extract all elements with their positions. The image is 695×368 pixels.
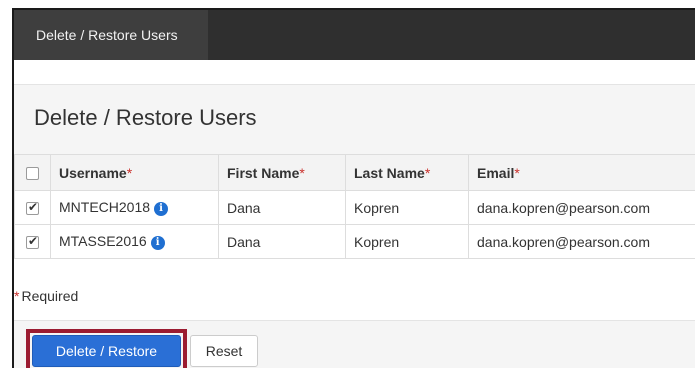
page-title: Delete / Restore Users [34, 105, 257, 130]
email-cell: dana.kopren@pearson.com [468, 190, 695, 225]
row-select-cell [14, 224, 51, 259]
info-circle-icon[interactable]: i [154, 202, 169, 216]
info-circle-icon[interactable]: i [150, 236, 165, 250]
nav-tab-delete-restore-users[interactable]: Delete / Restore Users [14, 10, 208, 60]
select-all-checkbox[interactable] [26, 167, 39, 181]
username-cell: MNTECH2018 i [50, 190, 219, 225]
app-frame: Delete / Restore Users Delete / Restore … [12, 8, 695, 368]
required-asterisk: * [126, 164, 133, 181]
top-navigation-bar: Delete / Restore Users [14, 10, 695, 60]
last-name-cell: Kopren [345, 224, 469, 259]
required-asterisk: * [299, 164, 305, 181]
first-name-cell: Dana [218, 224, 346, 259]
table-row: MNTECH2018i Dana Kopren dana.kopren@pear… [14, 190, 695, 225]
delete-restore-button[interactable]: Delete / Restore [32, 335, 181, 367]
required-text: Required [21, 288, 79, 304]
row-select-cell [14, 190, 51, 225]
required-asterisk: * [14, 288, 20, 304]
reset-button[interactable]: Reset [190, 335, 258, 367]
column-header-username: Username* [50, 154, 219, 191]
users-table: Username* First Name* Last Name* Email* [14, 154, 695, 259]
required-asterisk: * [514, 164, 520, 181]
required-asterisk: * [424, 164, 431, 181]
required-legend: * Required [14, 288, 78, 304]
table-header-row: Username* First Name* Last Name* Email* [14, 154, 695, 191]
nav-tab-label: Delete / Restore Users [36, 27, 178, 43]
row-checkbox[interactable] [26, 234, 39, 250]
form-actions-bar: Delete / Restore Reset [14, 320, 695, 368]
last-name-cell: Kopren [345, 190, 469, 225]
column-header-email: Email* [468, 154, 695, 191]
page-header: Delete / Restore Users [14, 84, 695, 154]
table-row: MTASSE2016i Dana Kopren dana.kopren@pear… [14, 224, 695, 259]
email-cell: dana.kopren@pearson.com [468, 224, 695, 259]
select-all-cell [14, 154, 51, 191]
first-name-cell: Dana [218, 190, 346, 225]
column-header-last-name: Last Name* [345, 154, 469, 191]
column-header-first-name: First Name* [218, 154, 346, 191]
row-checkbox[interactable] [26, 200, 39, 216]
username-cell: MTASSE2016 i [50, 224, 219, 259]
